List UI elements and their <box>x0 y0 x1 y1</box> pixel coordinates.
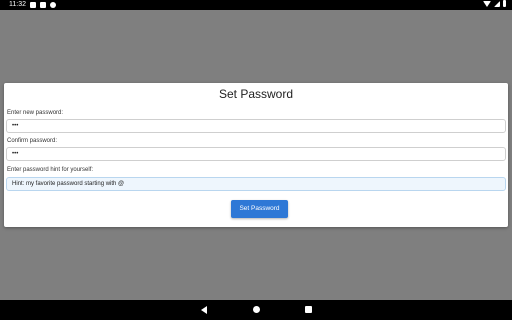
new-password-field[interactable]: ••• <box>6 119 506 133</box>
password-hint-field[interactable]: Hint: my favorite password starting with… <box>6 177 506 191</box>
confirm-password-label: Confirm password: <box>7 138 58 144</box>
signal-icon <box>494 0 500 7</box>
app-icon <box>40 2 46 8</box>
confirm-password-field[interactable]: ••• <box>6 147 506 161</box>
set-password-button[interactable]: Set Password <box>231 200 288 218</box>
back-icon[interactable] <box>201 306 207 314</box>
vpn-icon <box>50 2 56 8</box>
status-right <box>483 0 506 7</box>
recent-apps-icon[interactable] <box>305 306 312 313</box>
home-icon[interactable] <box>253 306 260 313</box>
wifi-icon <box>483 0 491 7</box>
navigation-bar <box>0 300 512 320</box>
hint-label: Enter password hint for yourself: <box>7 167 94 173</box>
set-password-dialog: Set Password Enter new password: ••• Con… <box>4 83 508 227</box>
status-left: 11:32 <box>9 0 56 10</box>
status-time: 11:32 <box>9 1 26 8</box>
notification-icon <box>30 2 36 8</box>
status-bar: 11:32 <box>0 0 512 10</box>
battery-icon <box>503 0 506 7</box>
new-password-label: Enter new password: <box>7 110 64 116</box>
dialog-title: Set Password <box>218 87 294 101</box>
